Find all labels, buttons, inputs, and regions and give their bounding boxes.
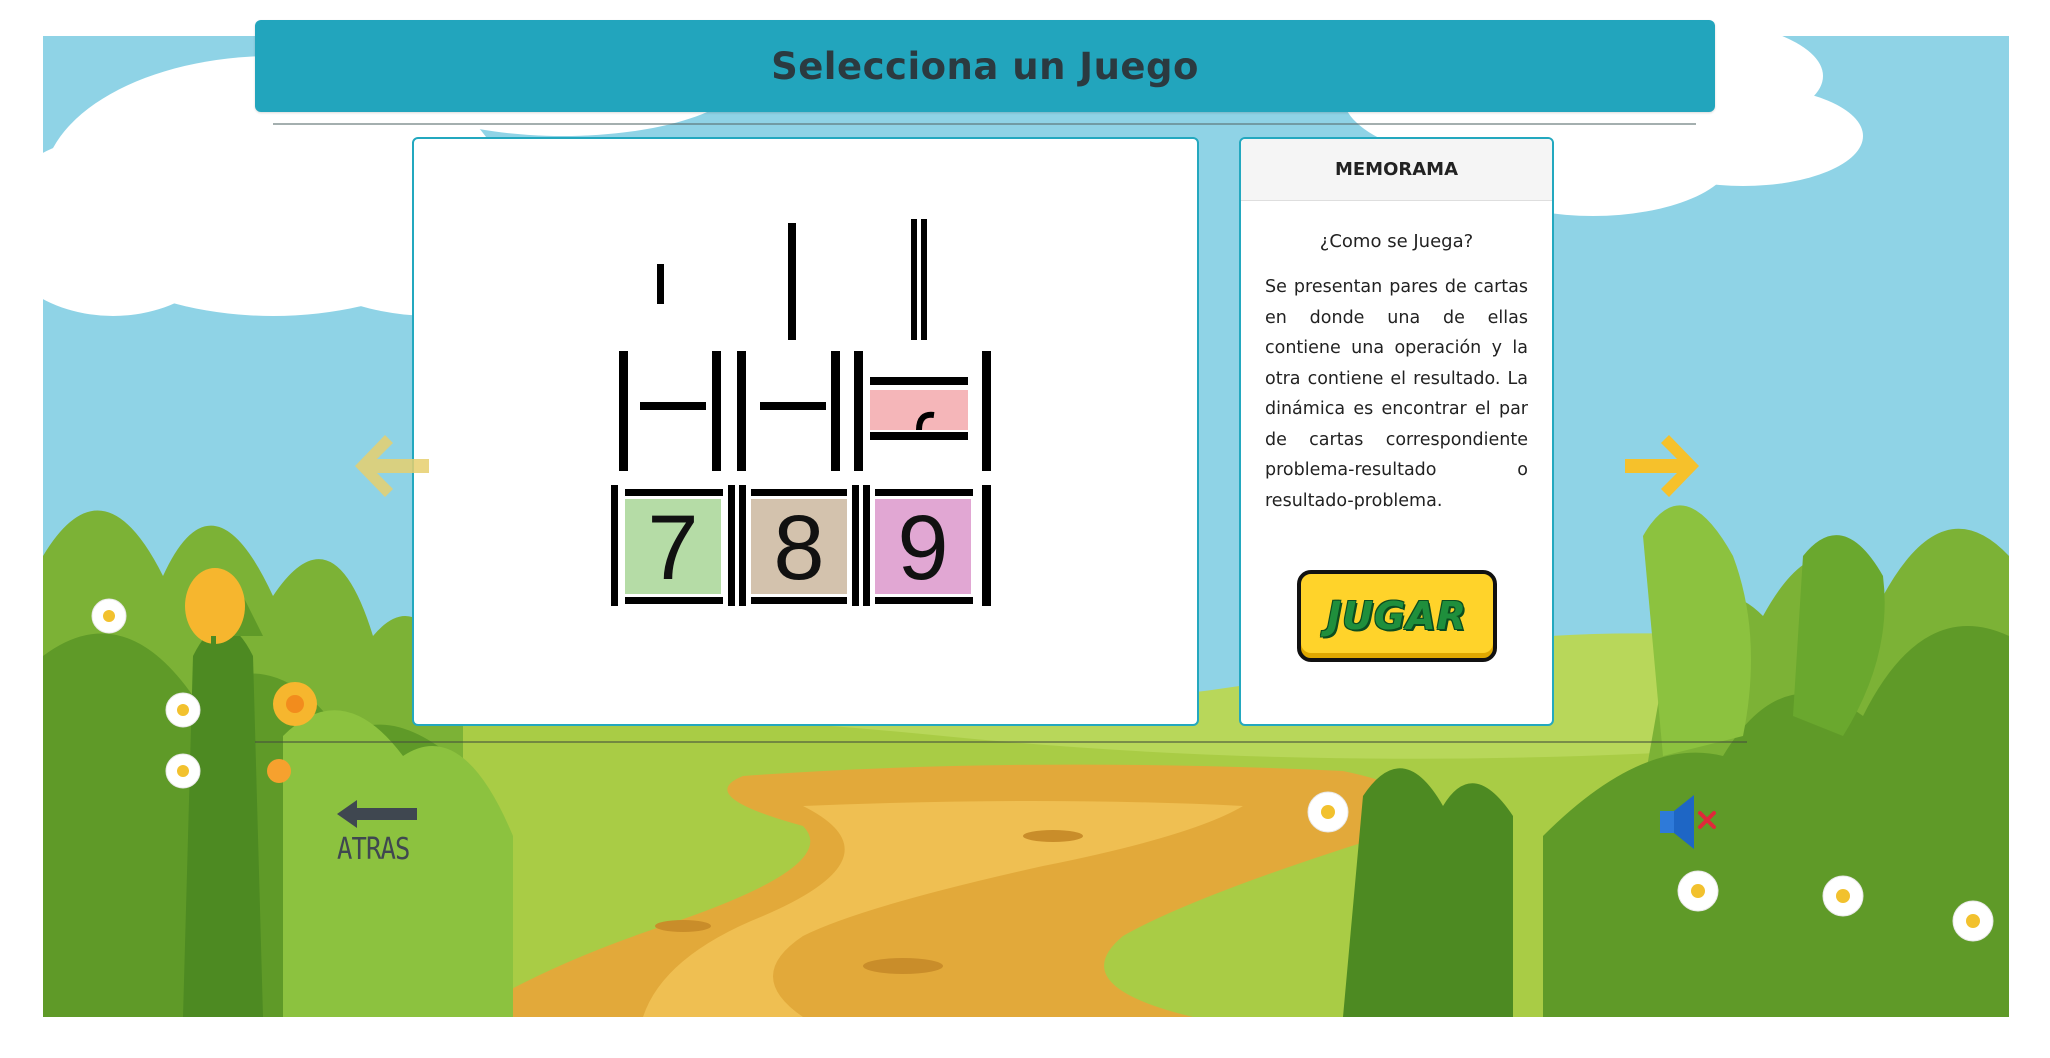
divider-bottom: [255, 741, 1747, 743]
game-name: MEMORAMA: [1334, 159, 1459, 180]
arrow-right-icon: [1625, 435, 1699, 497]
digit-label-7: 7: [647, 497, 698, 599]
speaker-muted-icon: [1660, 795, 1716, 849]
how-to-play-heading: ¿Como se Juega?: [1319, 231, 1474, 252]
game-preview-card: 789: [412, 137, 1199, 726]
back-button-label: ATRAS: [337, 832, 410, 867]
back-arrow-icon: [337, 800, 417, 828]
play-button[interactable]: JUGAR: [1297, 570, 1497, 662]
title-bar: Selecciona un Juego: [255, 20, 1715, 112]
sound-toggle-button[interactable]: [1650, 787, 1720, 857]
play-button-label: JUGAR: [1327, 594, 1467, 638]
digit-label-8: 8: [773, 497, 824, 599]
page-title: Selecciona un Juego: [771, 44, 1199, 88]
game-description: Se presentan pares de cartas en donde un…: [1265, 277, 1528, 511]
memory-game-preview-image: 789: [611, 219, 991, 606]
digit-label-9: 9: [897, 497, 948, 599]
game-info-card: MEMORAMA ¿Como se Juega? Se presentan pa…: [1239, 137, 1554, 726]
divider-top: [273, 123, 1696, 125]
game-info-header: MEMORAMA: [1241, 139, 1552, 201]
arrow-left-icon: [355, 435, 429, 497]
previous-game-button[interactable]: [349, 431, 433, 501]
next-game-button[interactable]: [1621, 431, 1705, 501]
back-button[interactable]: ATRAS: [335, 798, 425, 870]
